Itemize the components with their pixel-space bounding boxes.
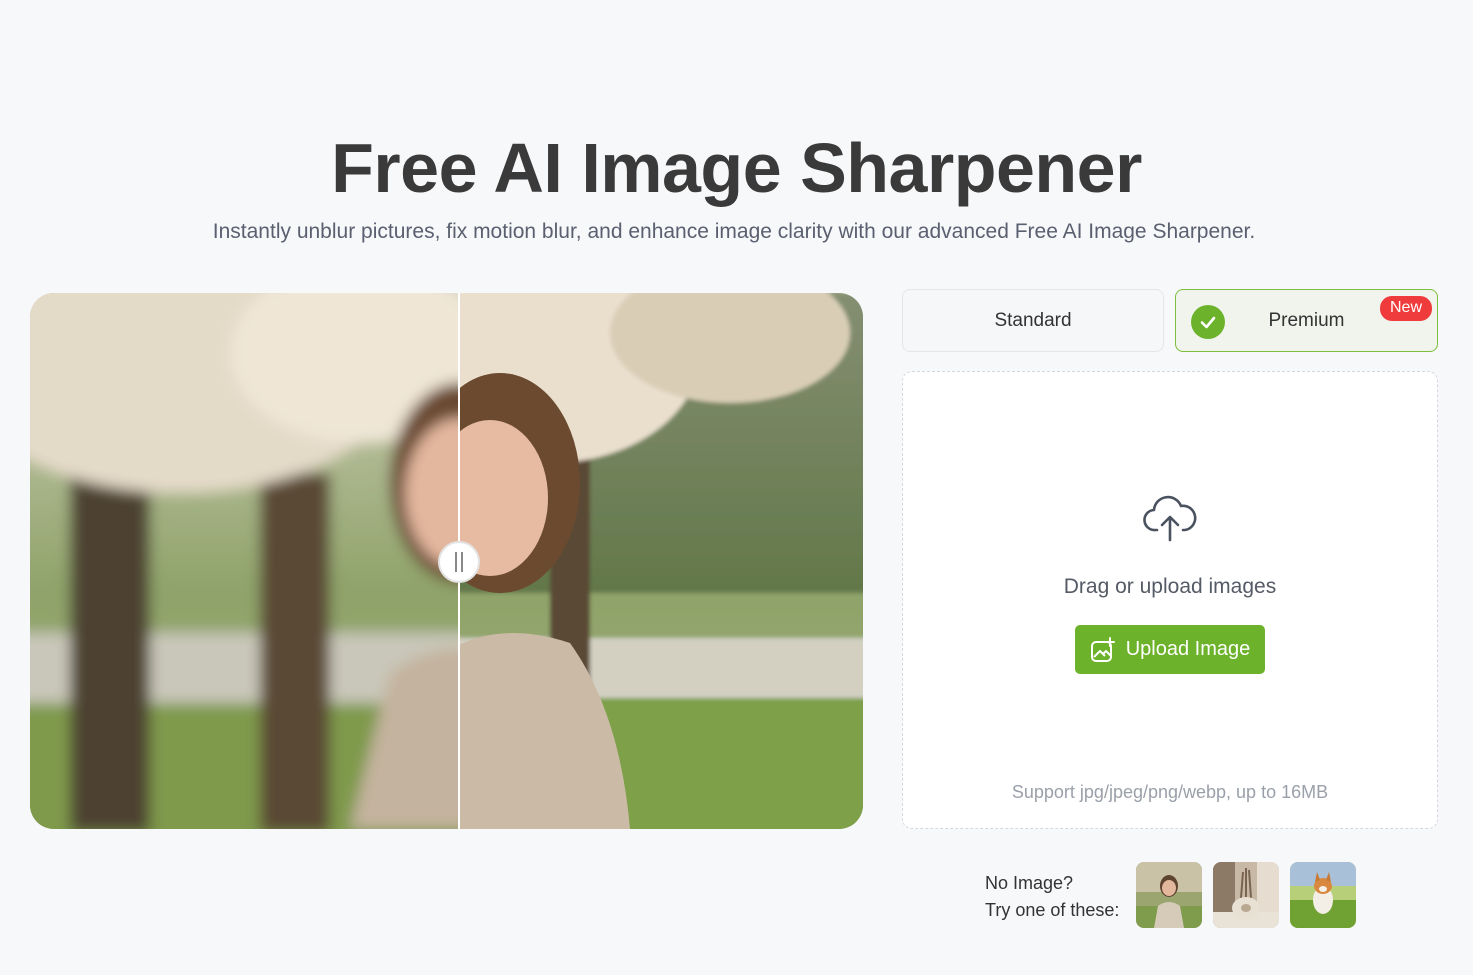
sample-prompt-line2: Try one of these: [985, 900, 1120, 920]
sample-thumb-vase[interactable] [1213, 862, 1279, 928]
handle-grip [461, 552, 463, 572]
sample-thumb-dog[interactable] [1290, 862, 1356, 928]
mode-tab-premium[interactable]: Premium New [1175, 289, 1438, 352]
image-add-icon [1090, 636, 1115, 662]
supported-formats-text: Support jpg/jpeg/png/webp, up to 16MB [1011, 782, 1329, 802]
ceramic-vase-thumbnail [1213, 862, 1279, 928]
sample-thumb-woman[interactable] [1136, 862, 1202, 928]
mode-tab-standard-label: Standard [994, 309, 1072, 331]
sample-prompt-line1: No Image? [985, 873, 1074, 893]
before-after-compare[interactable] [30, 293, 863, 829]
page: Free AI Image Sharpener Instantly unblur… [0, 0, 1473, 975]
mode-tab-premium-label: Premium [1268, 309, 1345, 331]
page-subtitle: Instantly unblur pictures, fix motion bl… [212, 220, 1256, 243]
corgi-dog-thumbnail [1290, 862, 1356, 928]
drag-upload-text: Drag or upload images [1063, 575, 1277, 598]
page-title: Free AI Image Sharpener [331, 129, 1142, 207]
handle-grip [455, 552, 457, 572]
cloud-upload-icon [1143, 495, 1197, 542]
check-icon [1191, 305, 1225, 339]
compare-slider-handle[interactable] [438, 541, 480, 583]
sample-prompt: No Image? Try one of these: [985, 870, 1119, 924]
woman-portrait-thumbnail [1136, 862, 1202, 928]
new-badge: New [1379, 296, 1432, 321]
upload-dropzone[interactable]: Drag or upload images Upload Image Suppo… [902, 371, 1438, 829]
upload-image-button[interactable]: Upload Image [1075, 625, 1265, 674]
upload-image-button-label: Upload Image [1125, 638, 1251, 660]
mode-tab-standard[interactable]: Standard [902, 289, 1164, 352]
